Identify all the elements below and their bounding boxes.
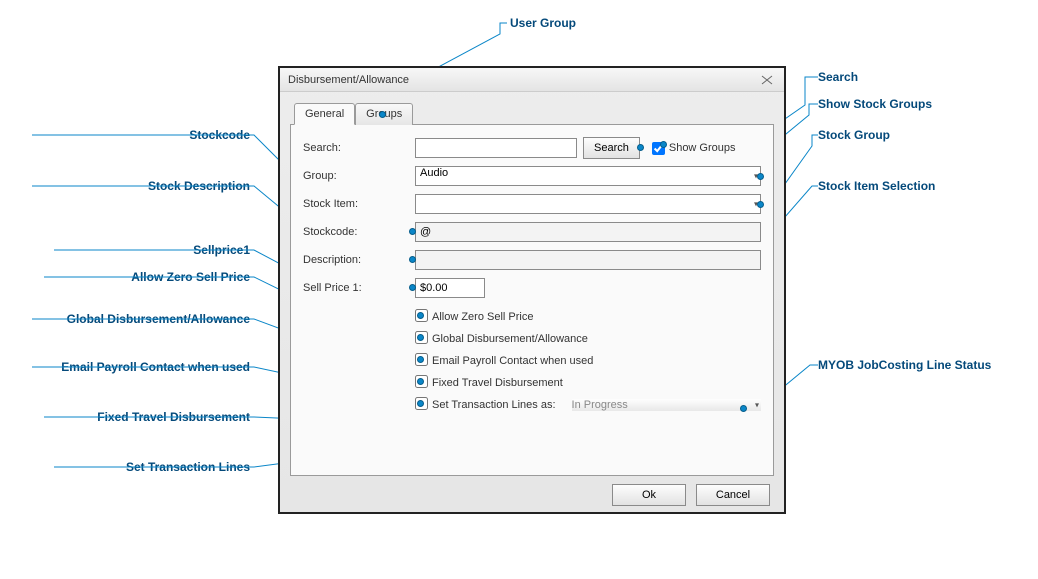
fixed-travel-label: Fixed Travel Disbursement [432, 377, 563, 389]
callout-allow-zero: Allow Zero Sell Price [80, 270, 250, 284]
check-email-payroll-row: Email Payroll Contact when used [415, 353, 761, 369]
tabstrip: General Groups [294, 103, 774, 125]
callout-stock-item-selection: Stock Item Selection [818, 179, 935, 193]
group-value: Audio [420, 167, 448, 179]
chevron-down-icon: ▾ [755, 401, 759, 410]
row-description: Description: [303, 249, 761, 271]
callout-search: Search [818, 70, 858, 84]
marker-stock-group [757, 173, 764, 180]
search-button[interactable]: Search [583, 137, 640, 159]
marker-search [637, 144, 644, 151]
check-allow-zero-row: Allow Zero Sell Price [415, 309, 761, 325]
titlebar: Disbursement/Allowance [280, 68, 784, 92]
callout-show-stock-groups: Show Stock Groups [818, 97, 932, 111]
set-txn-lines-label: Set Transaction Lines as: [432, 399, 556, 411]
label-group: Group: [303, 170, 415, 182]
ok-button[interactable]: Ok [612, 484, 686, 506]
tab-general[interactable]: General [294, 103, 355, 125]
marker-stockcode [409, 228, 416, 235]
row-stockcode: Stockcode: [303, 221, 761, 243]
description-field [415, 250, 761, 270]
marker-user-group [379, 111, 386, 118]
global-disb-label: Global Disbursement/Allowance [432, 333, 588, 345]
callout-set-txn-lines: Set Transaction Lines [60, 460, 250, 474]
general-panel: Search: Search Show Groups Group: Audio … [290, 124, 774, 476]
marker-stock-item [757, 201, 764, 208]
label-stock-item: Stock Item: [303, 198, 415, 210]
allow-zero-label: Allow Zero Sell Price [432, 311, 533, 323]
label-stockcode: Stockcode: [303, 226, 415, 238]
callout-stock-description: Stock Description [80, 179, 250, 193]
stock-item-combo[interactable]: ▾ [415, 194, 761, 214]
callout-fixed-travel: Fixed Travel Disbursement [40, 410, 250, 424]
callout-stockcode: Stockcode [80, 128, 250, 142]
callout-sellprice1: Sellprice1 [80, 243, 250, 257]
check-fixed-travel-row: Fixed Travel Disbursement [415, 375, 761, 391]
callout-myob-status: MYOB JobCosting Line Status [818, 358, 991, 372]
marker-allow-zero [417, 312, 424, 319]
email-payroll-label: Email Payroll Contact when used [432, 355, 593, 367]
stockcode-field [415, 222, 761, 242]
callout-user-group: User Group [510, 16, 576, 30]
sell-price-input[interactable] [415, 278, 485, 298]
marker-sellprice [409, 284, 416, 291]
callout-global-disb: Global Disbursement/Allowance [20, 312, 250, 326]
callout-email-payroll: Email Payroll Contact when used [20, 360, 250, 374]
marker-fixed-travel [417, 378, 424, 385]
row-sell-price: Sell Price 1: [303, 277, 761, 299]
callout-stock-group: Stock Group [818, 128, 890, 142]
window-title: Disbursement/Allowance [288, 74, 409, 86]
disbursement-dialog: Disbursement/Allowance General Groups Se… [278, 66, 786, 514]
marker-description [409, 256, 416, 263]
search-input[interactable] [415, 138, 577, 158]
label-description: Description: [303, 254, 415, 266]
marker-global-disb [417, 334, 424, 341]
check-global-disb-row: Global Disbursement/Allowance [415, 331, 761, 347]
group-combo[interactable]: Audio ▾ [415, 166, 761, 186]
marker-email-payroll [417, 356, 424, 363]
check-set-txn-lines-row: Set Transaction Lines as: In Progress ▾ [415, 397, 761, 413]
marker-show-groups [660, 141, 667, 148]
button-bar: Ok Cancel [280, 484, 784, 516]
row-stock-item: Stock Item: ▾ [303, 193, 761, 215]
row-group: Group: Audio ▾ [303, 165, 761, 187]
marker-myob [740, 405, 747, 412]
show-groups-label: Show Groups [669, 142, 736, 154]
label-search: Search: [303, 142, 415, 154]
label-sell-price: Sell Price 1: [303, 282, 415, 294]
cancel-button[interactable]: Cancel [696, 484, 770, 506]
row-search: Search: Search Show Groups [303, 137, 761, 159]
txn-status-value: In Progress [572, 399, 628, 411]
close-icon[interactable] [758, 73, 776, 87]
marker-set-txn [417, 400, 424, 407]
txn-status-combo[interactable]: In Progress ▾ [572, 399, 761, 411]
